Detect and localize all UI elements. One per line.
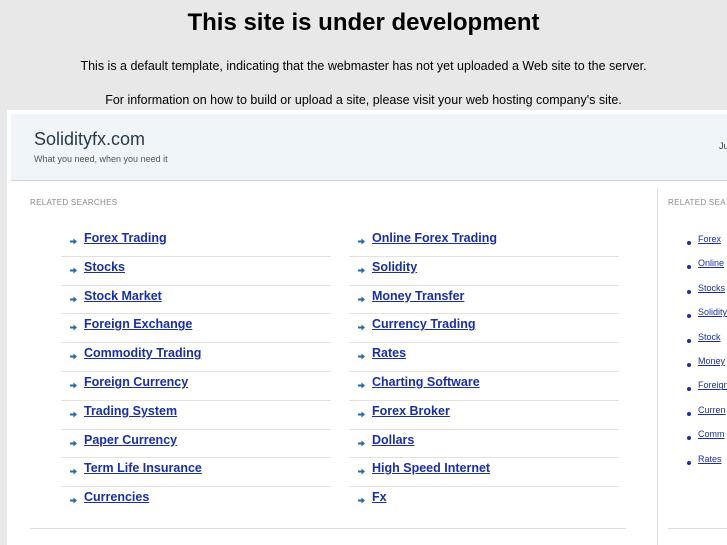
- list-item: Charting Software: [349, 372, 619, 401]
- bullet-icon: [687, 387, 691, 392]
- related-search-link[interactable]: Term Life Insurance: [84, 461, 202, 475]
- arrow-right-icon: [357, 352, 366, 361]
- side-search-link[interactable]: Curren: [698, 405, 726, 415]
- list-item: Currencies: [61, 487, 331, 516]
- arrow-right-icon: [357, 467, 366, 476]
- related-search-link[interactable]: Rates: [372, 346, 406, 360]
- bullet-icon: [687, 436, 691, 441]
- side-related-searches-label: RELATED SEA: [668, 198, 726, 207]
- bullet-icon: [687, 289, 691, 294]
- list-item: Fx: [349, 487, 619, 516]
- side-panel-divider: [668, 528, 727, 529]
- list-item: High Speed Internet: [349, 458, 619, 488]
- banner-line-template-notice: This is a default template, indicating t…: [80, 59, 647, 73]
- arrow-right-icon: [69, 295, 78, 304]
- arrow-right-icon: [357, 381, 366, 390]
- arrow-right-icon: [357, 323, 366, 332]
- list-item: Term Life Insurance: [61, 458, 331, 488]
- side-search-link[interactable]: Online: [698, 258, 724, 268]
- related-search-link[interactable]: Money Transfer: [372, 289, 464, 303]
- related-search-link[interactable]: Charting Software: [372, 375, 480, 389]
- list-item: Solidity: [349, 257, 619, 286]
- parked-page-frame: Solidityfx.com What you need, when you n…: [7, 110, 727, 545]
- list-item: Stock Market: [61, 286, 331, 315]
- related-search-link[interactable]: Stock Market: [84, 289, 162, 303]
- bullet-icon: [687, 338, 691, 343]
- arrow-right-icon: [69, 266, 78, 275]
- column-divider: [657, 188, 658, 545]
- side-search-link[interactable]: Stocks: [698, 283, 725, 293]
- arrow-right-icon: [357, 295, 366, 304]
- list-item: Foreign Exchange: [61, 314, 331, 344]
- related-search-link[interactable]: Commodity Trading: [84, 346, 201, 360]
- related-search-link[interactable]: Foreign Currency: [84, 375, 188, 389]
- related-searches-panel: RELATED SEARCHES Forex Trading Stocks St…: [11, 188, 651, 545]
- panel-divider: [30, 528, 626, 529]
- banner-title: This site is under development: [187, 9, 540, 36]
- list-item: Commodity Trading: [61, 343, 331, 372]
- arrow-right-icon: [357, 410, 366, 419]
- site-title[interactable]: Solidityfx.com: [34, 128, 145, 150]
- arrow-right-icon: [357, 237, 366, 246]
- side-search-link[interactable]: Foreign: [698, 380, 727, 390]
- related-search-link[interactable]: High Speed Internet: [372, 461, 490, 475]
- related-search-link[interactable]: Trading System: [84, 404, 177, 418]
- related-searches-left-column: Forex Trading Stocks Stock Market Foreig…: [61, 228, 331, 516]
- arrow-right-icon: [69, 381, 78, 390]
- list-item: Currency Trading: [349, 314, 619, 344]
- bullet-icon: [687, 265, 691, 270]
- under-development-banner: This site is under development This is a…: [0, 0, 727, 112]
- arrow-right-icon: [69, 352, 78, 361]
- bullet-icon: [687, 314, 691, 319]
- side-search-link[interactable]: Stock: [698, 332, 721, 342]
- related-search-link[interactable]: Forex Broker: [372, 404, 450, 418]
- side-search-link[interactable]: Forex: [698, 234, 721, 244]
- list-item: Dollars: [349, 430, 619, 459]
- arrow-right-icon: [357, 496, 366, 505]
- related-search-link[interactable]: Stocks: [84, 260, 125, 274]
- list-item: Stocks: [61, 257, 331, 286]
- list-item: Rates: [349, 343, 619, 372]
- list-item: Paper Currency: [61, 430, 331, 459]
- arrow-right-icon: [69, 237, 78, 246]
- related-search-link[interactable]: Foreign Exchange: [84, 317, 192, 331]
- list-item: Foreign Currency: [61, 372, 331, 401]
- list-item: Trading System: [61, 401, 331, 430]
- list-item: Online Forex Trading: [349, 228, 619, 257]
- related-search-link[interactable]: Solidity: [372, 260, 417, 274]
- related-searches-right-column: Online Forex Trading Solidity Money Tran…: [349, 228, 619, 516]
- related-search-link[interactable]: Paper Currency: [84, 433, 177, 447]
- arrow-right-icon: [69, 496, 78, 505]
- related-search-link[interactable]: Fx: [372, 490, 387, 504]
- bullet-icon: [687, 411, 691, 416]
- side-related-searches-panel: RELATED SEA Forex Online Stocks Solidity…: [661, 188, 727, 545]
- side-search-link[interactable]: Rates: [698, 454, 722, 464]
- arrow-right-icon: [357, 439, 366, 448]
- side-search-link[interactable]: Solidity: [698, 307, 727, 317]
- arrow-right-icon: [69, 439, 78, 448]
- banner-line-hosting-info: For information on how to build or uploa…: [105, 93, 622, 107]
- arrow-right-icon: [69, 467, 78, 476]
- list-item: Money Transfer: [349, 286, 619, 315]
- bullet-icon: [687, 460, 691, 465]
- related-search-link[interactable]: Dollars: [372, 433, 414, 447]
- site-header: Solidityfx.com What you need, when you n…: [11, 114, 727, 181]
- arrow-right-icon: [69, 410, 78, 419]
- related-search-link[interactable]: Forex Trading: [84, 231, 167, 245]
- arrow-right-icon: [69, 323, 78, 332]
- list-item: Forex Broker: [349, 401, 619, 430]
- related-searches-label: RELATED SEARCHES: [30, 198, 118, 207]
- side-search-link[interactable]: Money: [698, 356, 725, 366]
- side-search-link[interactable]: Comm: [698, 429, 725, 439]
- bullet-icon: [687, 362, 691, 367]
- header-date-fragment: Ju: [719, 141, 727, 151]
- list-item: Forex Trading: [61, 228, 331, 257]
- related-search-link[interactable]: Currency Trading: [372, 317, 476, 331]
- bullet-icon: [687, 241, 691, 245]
- arrow-right-icon: [357, 266, 366, 275]
- related-search-link[interactable]: Online Forex Trading: [372, 231, 497, 245]
- site-tagline: What you need, when you need it: [34, 154, 168, 164]
- related-search-link[interactable]: Currencies: [84, 490, 149, 504]
